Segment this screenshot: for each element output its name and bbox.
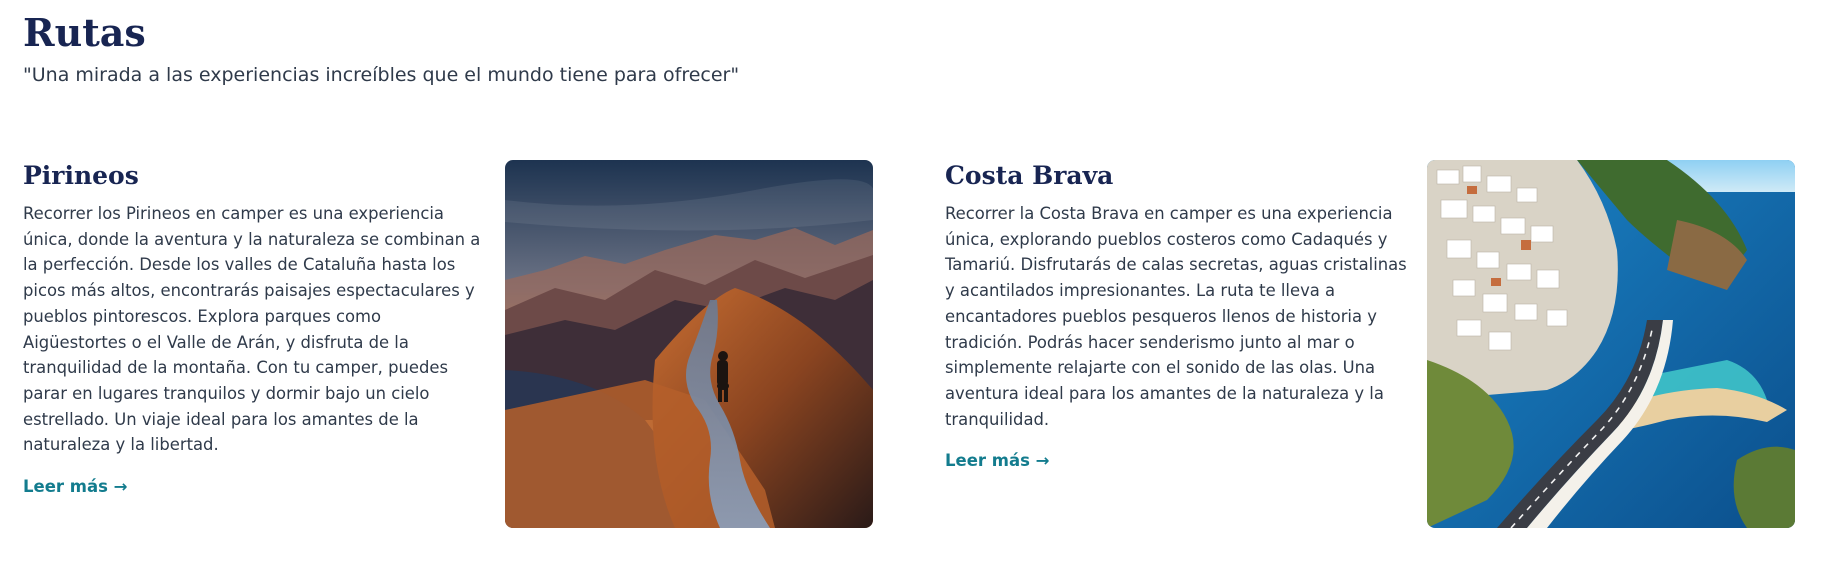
route-description: Recorrer la Costa Brava en camper es una…: [945, 204, 1407, 429]
page-title: Rutas: [23, 10, 146, 55]
route-text-column: Pirineos Recorrer los Pirineos en camper…: [23, 160, 485, 498]
page-subtitle: "Una mirada a las experiencias increíble…: [23, 64, 740, 86]
route-card-pirineos: Pirineos Recorrer los Pirineos en camper…: [23, 160, 915, 528]
route-image-costa-brava[interactable]: [1427, 160, 1795, 528]
route-title: Costa Brava: [945, 161, 1114, 190]
read-more-link[interactable]: Leer más →: [23, 476, 128, 498]
route-title: Pirineos: [23, 161, 139, 190]
read-more-link[interactable]: Leer más →: [945, 450, 1050, 472]
mountain-hiker-illustration: [505, 160, 873, 528]
route-image-pirineos[interactable]: [505, 160, 873, 528]
route-description: Recorrer los Pirineos en camper es una e…: [23, 204, 481, 455]
route-card-costa-brava: Costa Brava Recorrer la Costa Brava en c…: [945, 160, 1821, 528]
route-text-column: Costa Brava Recorrer la Costa Brava en c…: [945, 160, 1407, 472]
coastal-road-illustration: [1427, 160, 1795, 528]
